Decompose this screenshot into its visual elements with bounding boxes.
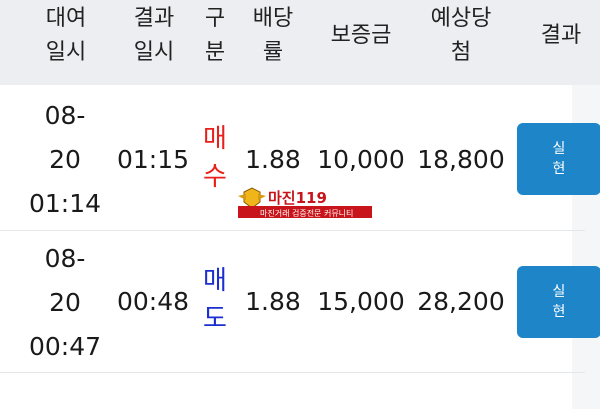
watermark-tagline-text: 마진거래 검증전문 커뮤니티 xyxy=(260,208,353,218)
row2-deposit: 15,000 xyxy=(317,287,405,316)
row1-type-line1: 매 xyxy=(203,124,227,154)
row1-odds: 1.88 xyxy=(245,145,301,174)
row2-result-button[interactable]: 실 현 xyxy=(517,266,600,338)
header-result-time-line1: 결과 xyxy=(133,6,175,31)
row1-type-line2: 수 xyxy=(203,162,227,192)
brand-logo-icon: 마진119 마진거래 검증전문 커뮤니티 xyxy=(238,187,372,218)
header-deposit: 보증금 xyxy=(330,23,392,48)
header-result-time: 결과 일시 xyxy=(118,2,190,70)
header-expected-payout: 예상당 첨 xyxy=(412,2,510,70)
row-divider xyxy=(0,230,585,231)
header-rental-time: 대여 일시 xyxy=(30,2,102,70)
header-odds-line2: 률 xyxy=(262,40,284,65)
row1-result-button[interactable]: 실 현 xyxy=(517,123,600,195)
row2-result-button-line1: 실 xyxy=(552,284,566,300)
header-result-time-line2: 일시 xyxy=(133,40,175,65)
row2-result-button-line2: 현 xyxy=(552,304,566,320)
row1-rental-time-line2: 20 xyxy=(49,145,81,174)
header-odds-line1: 배당 xyxy=(252,6,294,31)
row2-type-line2: 도 xyxy=(203,304,227,334)
row1-result-button-line1: 실 xyxy=(552,141,566,157)
row2-rental-time-line1: 08- xyxy=(44,244,86,273)
row1-result-time: 01:15 xyxy=(116,145,190,174)
row2-rental-time-line3: 00:47 xyxy=(28,332,102,361)
header-type: 구 분 xyxy=(197,2,233,70)
brand-watermark: 마진119 마진거래 검증전문 커뮤니티 xyxy=(236,186,376,222)
row2-type-line1: 매 xyxy=(203,266,227,296)
header-type-line1: 구 xyxy=(204,6,226,31)
header-rental-time-line1: 대여 xyxy=(45,6,87,31)
row2-expected-payout: 28,200 xyxy=(417,287,505,316)
header-expected-payout-line1: 예상당 xyxy=(430,6,492,31)
row1-rental-time-line1: 08- xyxy=(44,101,86,130)
header-odds: 배당 률 xyxy=(238,2,308,70)
row1-rental-time: 08- 20 01:14 xyxy=(20,94,110,226)
header-type-line2: 분 xyxy=(204,40,226,65)
row2-rental-time: 08- 20 00:47 xyxy=(20,237,110,369)
row1-result-button-line2: 현 xyxy=(552,161,566,177)
row1-type: 매 수 xyxy=(197,120,233,196)
header-result: 결과 xyxy=(540,23,582,48)
row-divider xyxy=(0,372,585,373)
row2-odds: 1.88 xyxy=(245,287,301,316)
row2-rental-time-line2: 20 xyxy=(49,288,81,317)
row2-type: 매 도 xyxy=(197,262,233,338)
header-expected-payout-line2: 첨 xyxy=(450,40,472,65)
row2-result-time: 00:48 xyxy=(116,287,190,316)
row1-rental-time-line3: 01:14 xyxy=(28,189,102,218)
row1-deposit: 10,000 xyxy=(317,145,405,174)
header-rental-time-line2: 일시 xyxy=(45,40,87,65)
row1-expected-payout: 18,800 xyxy=(417,145,505,174)
watermark-brand-text: 마진119 xyxy=(268,189,327,207)
